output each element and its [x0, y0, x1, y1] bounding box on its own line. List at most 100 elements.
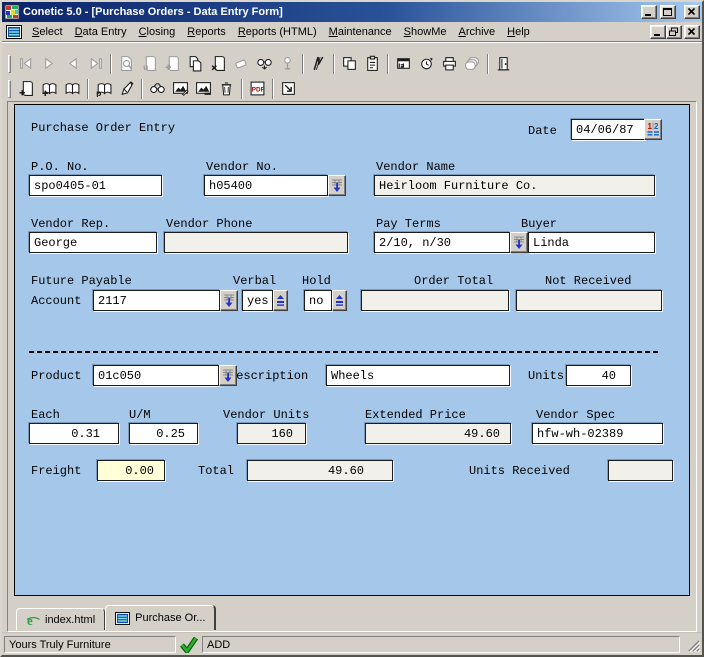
print-button[interactable] — [438, 53, 461, 75]
verbal-spinner-button[interactable] — [273, 290, 288, 311]
mode-status-panel: ADD — [202, 636, 680, 653]
maximize-button[interactable] — [660, 5, 676, 19]
vendor-no-label: Vendor No. — [206, 160, 279, 174]
toolbar-handle[interactable] — [8, 54, 11, 73]
edit-image-button[interactable] — [169, 78, 192, 100]
date-input[interactable] — [571, 119, 645, 140]
account-lookup-button[interactable] — [220, 290, 238, 311]
copy-button[interactable] — [338, 53, 361, 75]
query-record-button[interactable] — [253, 53, 276, 75]
book-post-button[interactable]: p — [92, 78, 115, 100]
quick-entry-button[interactable] — [307, 53, 330, 75]
pay-terms-input[interactable] — [374, 232, 510, 253]
sign-button[interactable] — [115, 78, 138, 100]
find-button[interactable] — [146, 78, 169, 100]
vendor-no-input[interactable] — [204, 175, 328, 196]
stack-button[interactable] — [461, 53, 484, 75]
paste-button[interactable] — [361, 53, 384, 75]
menu-archive[interactable]: Archive — [452, 23, 501, 41]
vendor-name-input — [374, 175, 655, 196]
menu-select[interactable]: Select — [26, 23, 69, 41]
each-input[interactable] — [29, 423, 119, 444]
vendor-rep-input[interactable] — [29, 232, 157, 253]
zoom-record-button[interactable] — [115, 53, 138, 75]
first-record-icon — [20, 57, 32, 70]
po-no-label: P.O. No. — [31, 160, 89, 174]
add-record-button[interactable] — [161, 53, 184, 75]
exit-button[interactable] — [492, 53, 515, 75]
mdi-restore-button[interactable] — [666, 24, 682, 39]
new-book-button[interactable] — [15, 78, 38, 100]
hold-input[interactable] — [304, 290, 332, 311]
minimize-button[interactable] — [641, 5, 657, 19]
pin-record-button[interactable] — [276, 53, 299, 75]
menu-data-entry[interactable]: Data Entry — [69, 23, 133, 41]
menu-showme[interactable]: ShowMe — [398, 23, 453, 41]
mdi-close-button[interactable] — [684, 24, 700, 39]
pay-terms-lookup-button[interactable] — [510, 232, 528, 253]
mdi-minimize-icon — [654, 33, 660, 36]
vendor-spec-input[interactable] — [532, 423, 663, 444]
binoculars-icon — [150, 83, 165, 94]
menu-help[interactable]: Help — [501, 23, 536, 41]
stack-icon — [465, 57, 479, 70]
close-icon — [687, 7, 696, 16]
product-label: Product — [31, 369, 82, 383]
document-tabs: e index.html Purchase Or... — [16, 605, 216, 630]
previous-record-button[interactable] — [61, 53, 84, 75]
delete-button[interactable] — [215, 78, 238, 100]
remove-image-button[interactable] — [192, 78, 215, 100]
form-field-icon: F — [397, 58, 410, 69]
first-record-button[interactable] — [15, 53, 38, 75]
description-input[interactable] — [326, 365, 510, 386]
erase-record-button[interactable] — [230, 53, 253, 75]
verbal-input[interactable] — [242, 290, 273, 311]
menu-reports-html[interactable]: Reports (HTML) — [232, 23, 323, 41]
pdf-button[interactable]: PDF — [246, 78, 269, 100]
tab-index-html[interactable]: e index.html — [16, 608, 106, 630]
account-input[interactable] — [93, 290, 220, 311]
freight-input[interactable] — [97, 460, 165, 481]
next-record-button[interactable] — [38, 53, 61, 75]
delete-record-button[interactable] — [207, 53, 230, 75]
pay-terms-label: Pay Terms — [376, 217, 441, 231]
date-picker-button[interactable]: 12 — [644, 119, 662, 140]
update-record-icon: u — [143, 56, 156, 72]
units-label: Units — [528, 369, 565, 383]
close-button[interactable] — [684, 5, 700, 19]
product-input[interactable] — [93, 365, 219, 386]
update-record-button[interactable]: u — [138, 53, 161, 75]
product-lookup-button[interactable] — [219, 365, 237, 386]
um-input[interactable] — [129, 423, 198, 444]
trash-icon — [221, 82, 232, 96]
toolbar-row-1: u F — [7, 51, 697, 76]
copy-icon — [343, 57, 356, 70]
menu-reports[interactable]: Reports — [181, 23, 232, 41]
po-no-input[interactable] — [29, 175, 162, 196]
open-book-add-button[interactable] — [38, 78, 61, 100]
date-label: Date — [528, 124, 557, 138]
toolbar-row-2: p PDF — [7, 76, 697, 101]
previous-record-icon — [68, 57, 77, 70]
hold-spinner-button[interactable] — [332, 290, 347, 311]
last-record-button[interactable] — [84, 53, 107, 75]
vendor-no-lookup-button[interactable] — [328, 175, 346, 196]
tab-purchase-orders[interactable]: Purchase Or... — [105, 605, 216, 630]
refresh-clock-button[interactable] — [415, 53, 438, 75]
menu-closing[interactable]: Closing — [133, 23, 182, 41]
app-icon[interactable] — [4, 4, 20, 20]
vendor-units-input — [237, 423, 306, 444]
toolbar-handle[interactable] — [8, 79, 11, 98]
svg-text:1: 1 — [648, 122, 653, 131]
form-field-button[interactable]: F — [392, 53, 415, 75]
copy-record-button[interactable] — [184, 53, 207, 75]
buyer-input[interactable] — [528, 232, 655, 253]
export-button[interactable] — [277, 78, 300, 100]
mdi-document-icon[interactable] — [6, 24, 22, 39]
menu-maintenance[interactable]: Maintenance — [323, 23, 398, 41]
total-input — [247, 460, 393, 481]
units-input[interactable] — [566, 365, 631, 386]
open-book-button[interactable] — [61, 78, 84, 100]
resize-grip[interactable] — [687, 639, 700, 652]
mdi-minimize-button[interactable] — [650, 24, 666, 39]
